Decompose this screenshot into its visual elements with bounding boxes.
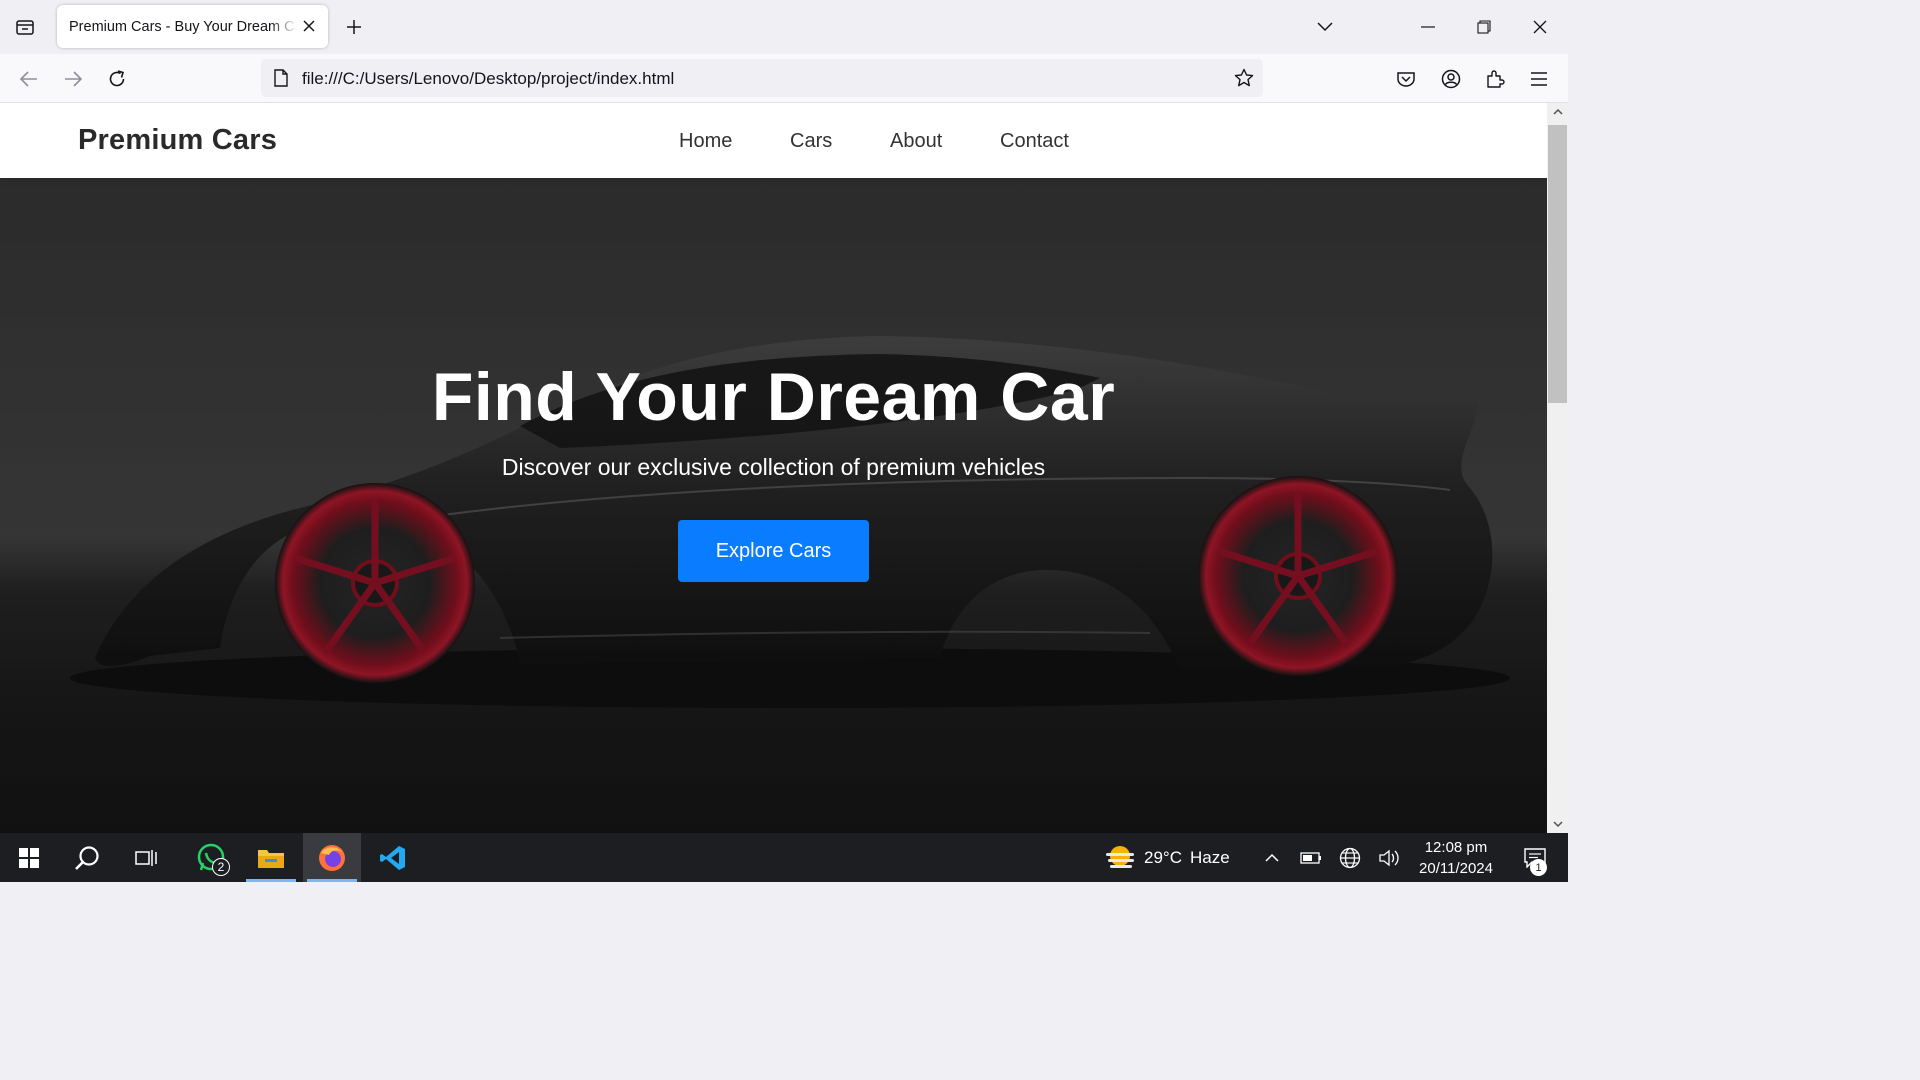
list-all-tabs-icon[interactable]: [1310, 12, 1340, 42]
bookmark-star-icon[interactable]: [1233, 67, 1255, 89]
nav-link-home[interactable]: Home: [679, 130, 732, 153]
running-indicator: [246, 879, 296, 882]
forward-icon[interactable]: [58, 64, 88, 94]
network-globe-icon[interactable]: [1337, 845, 1363, 871]
page-scrollbar[interactable]: [1547, 103, 1568, 833]
haze-sun-icon: [1106, 845, 1134, 868]
close-tab-icon[interactable]: [300, 17, 318, 35]
minimize-icon[interactable]: [1413, 12, 1443, 42]
active-tab[interactable]: Premium Cars - Buy Your Dream Car: [57, 5, 328, 48]
page-viewport: Premium Cars Home Cars About Contact Fin…: [0, 103, 1547, 833]
scroll-down-icon[interactable]: [1547, 815, 1568, 833]
site-header: Premium Cars Home Cars About Contact: [0, 103, 1547, 178]
vscode-icon[interactable]: [364, 833, 422, 882]
running-indicator: [307, 879, 357, 882]
nav-link-contact[interactable]: Contact: [1000, 130, 1069, 153]
extensions-icon[interactable]: [1480, 64, 1510, 94]
close-window-icon[interactable]: [1525, 12, 1555, 42]
browser-navbar: file:///C:/Users/Lenovo/Desktop/project/…: [0, 54, 1568, 103]
hero-title: Find Your Dream Car: [431, 359, 1116, 435]
weather-temp: 29°C: [1144, 847, 1182, 867]
windows-taskbar: 2 29°C Haze 12:08 pm 20/11/2024 1: [0, 833, 1568, 882]
nav-link-cars[interactable]: Cars: [790, 130, 832, 153]
back-icon[interactable]: [14, 64, 44, 94]
scroll-thumb[interactable]: [1548, 125, 1567, 403]
new-tab-icon[interactable]: [340, 13, 368, 41]
task-view-icon[interactable]: [117, 833, 175, 882]
url-bar[interactable]: file:///C:/Users/Lenovo/Desktop/project/…: [261, 59, 1263, 97]
hero-car-image: [0, 178, 1547, 833]
scroll-up-icon[interactable]: [1547, 103, 1568, 121]
firefox-icon[interactable]: [303, 833, 361, 882]
site-logo[interactable]: Premium Cars: [78, 124, 277, 157]
browser-tab-strip: Premium Cars - Buy Your Dream Car: [0, 0, 1568, 54]
clock-date: 20/11/2024: [1419, 860, 1493, 877]
hero-section: Find Your Dream Car Discover our exclusi…: [0, 178, 1547, 833]
tab-list-icon[interactable]: [10, 13, 40, 41]
nav-link-about[interactable]: About: [890, 130, 942, 153]
explore-cars-button[interactable]: Explore Cars: [678, 520, 869, 582]
weather-widget[interactable]: 29°C Haze: [1104, 833, 1230, 882]
file-explorer-icon[interactable]: [242, 833, 300, 882]
restore-icon[interactable]: [1469, 12, 1499, 42]
hero-subtitle: Discover our exclusive collection of pre…: [501, 454, 1046, 480]
battery-icon[interactable]: [1298, 845, 1324, 871]
account-icon[interactable]: [1436, 64, 1466, 94]
whatsapp-badge: 2: [212, 858, 230, 876]
volume-icon[interactable]: [1376, 845, 1402, 871]
tab-title: Premium Cars - Buy Your Dream Car: [69, 18, 297, 35]
search-icon[interactable]: [58, 833, 116, 882]
show-hidden-icons-icon[interactable]: [1259, 845, 1285, 871]
clock-time: 12:08 pm: [1424, 839, 1488, 856]
url-text: file:///C:/Users/Lenovo/Desktop/project/…: [302, 69, 675, 88]
pocket-icon[interactable]: [1391, 64, 1421, 94]
page-icon: [271, 68, 291, 88]
notifications-icon[interactable]: 1: [1510, 833, 1560, 882]
clock[interactable]: 12:08 pm 20/11/2024: [1408, 837, 1504, 879]
reload-icon[interactable]: [102, 64, 132, 94]
app-menu-icon[interactable]: [1524, 64, 1554, 94]
notification-count: 1: [1530, 859, 1547, 876]
start-windows-icon[interactable]: [0, 833, 58, 882]
weather-condition: Haze: [1189, 847, 1230, 867]
whatsapp-icon[interactable]: 2: [182, 833, 240, 882]
